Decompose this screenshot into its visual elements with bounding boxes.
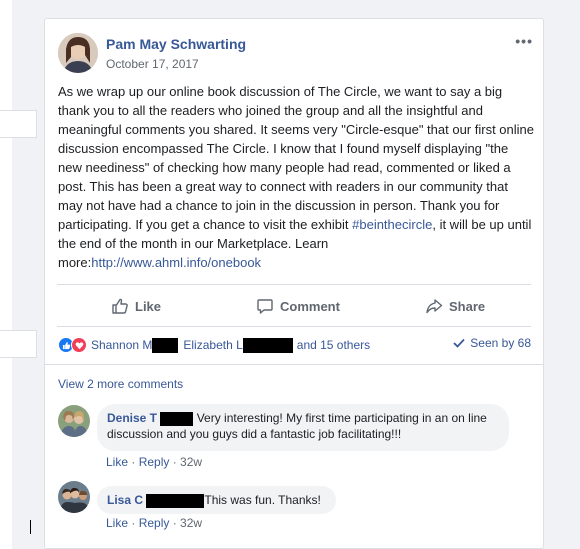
divider — [57, 326, 531, 327]
share-label: Share — [449, 298, 486, 314]
left-column-edge — [0, 110, 37, 138]
hashtag-link[interactable]: #beinthecircle — [352, 217, 432, 232]
reactor-name[interactable]: Shannon M — [91, 338, 152, 352]
comment-actions: Like · Reply · 32w — [106, 516, 203, 530]
comment-reply-link[interactable]: Reply — [139, 516, 170, 530]
like-button[interactable]: Like — [111, 296, 161, 316]
comment-bubble: Lisa C This was fun. Thanks! — [97, 486, 336, 514]
comment-like-link[interactable]: Like — [106, 516, 128, 530]
comment-bubble: Denise T Very interesting! My first time… — [97, 404, 509, 451]
comment-reply-link[interactable]: Reply — [139, 455, 170, 469]
learn-more-link[interactable]: http://www.ahml.info/onebook — [91, 255, 261, 270]
view-more-comments[interactable]: View 2 more comments — [58, 377, 183, 391]
seen-count: Seen by 68 — [470, 336, 531, 350]
left-column-edge — [0, 330, 37, 358]
share-button[interactable]: Share — [425, 296, 485, 316]
reactions-summary[interactable]: Shannon M Elizabeth L and 15 others — [58, 336, 370, 354]
seen-by[interactable]: Seen by 68 — [453, 336, 531, 350]
divider — [57, 284, 531, 285]
commenter-name[interactable]: Lisa C — [107, 493, 143, 507]
post-card: Pam May Schwarting October 17, 2017 ••• … — [44, 18, 544, 549]
comment-button[interactable]: Comment — [256, 296, 340, 316]
comment-like-link[interactable]: Like — [106, 455, 128, 469]
divider — [45, 364, 543, 365]
left-column-strip — [0, 0, 12, 549]
author-name[interactable]: Pam May Schwarting — [106, 36, 246, 52]
commenter-name[interactable]: Denise T — [107, 411, 157, 425]
redaction-block — [146, 493, 205, 508]
redaction-block — [242, 337, 293, 353]
comment-actions: Like · Reply · 32w — [106, 455, 203, 469]
love-reaction-icon — [71, 337, 87, 353]
others-count[interactable]: and 15 others — [297, 338, 370, 352]
thumbs-up-icon — [112, 298, 128, 314]
post-text-main: As we wrap up our online book discussion… — [58, 84, 534, 232]
post-text: As we wrap up our online book discussion… — [58, 82, 534, 272]
redaction-block — [152, 337, 179, 353]
share-arrow-icon — [426, 299, 443, 314]
reactor-name[interactable]: Elizabeth L — [183, 338, 242, 352]
redaction-block — [160, 411, 194, 426]
text-cursor — [30, 520, 31, 534]
comment-label: Comment — [280, 298, 340, 314]
like-label: Like — [135, 298, 162, 314]
comment-text: This was fun. Thanks! — [204, 493, 321, 507]
more-options-icon[interactable]: ••• — [515, 33, 533, 49]
author-avatar[interactable] — [58, 33, 98, 73]
commenter-avatar[interactable] — [58, 481, 90, 513]
commenter-avatar[interactable] — [58, 405, 90, 437]
checkmark-icon — [453, 338, 465, 348]
comment-time[interactable]: 32w — [180, 516, 202, 530]
comment-time[interactable]: 32w — [180, 455, 202, 469]
speech-bubble-icon — [257, 299, 273, 314]
post-date[interactable]: October 17, 2017 — [106, 57, 199, 71]
